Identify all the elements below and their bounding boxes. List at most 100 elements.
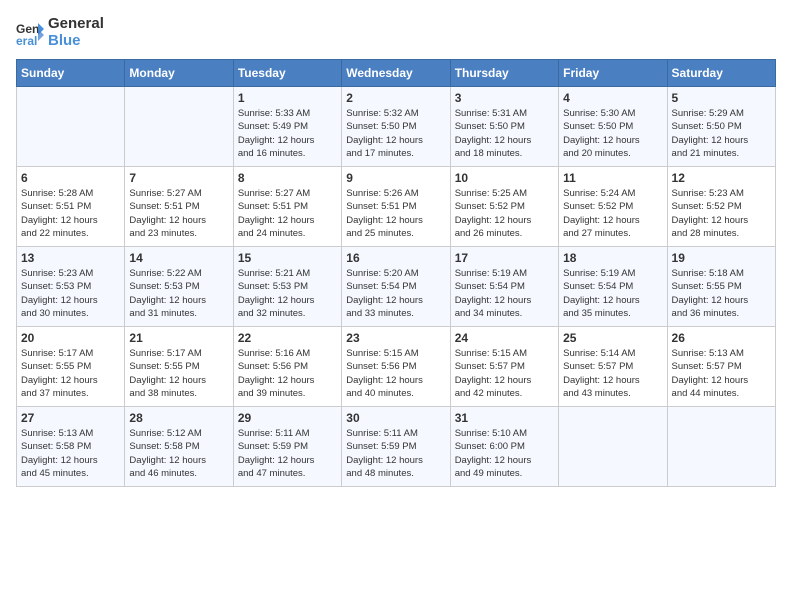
day-info: Sunrise: 5:15 AM Sunset: 5:56 PM Dayligh… [346,347,445,400]
day-cell: 7Sunrise: 5:27 AM Sunset: 5:51 PM Daylig… [125,167,233,247]
day-cell: 6 Sunrise: 5:28 AM Sunset: 5:51 PM Daylig… [17,167,125,247]
day-info: Sunrise: 5:12 AM Sunset: 5:58 PM Dayligh… [129,427,228,480]
day-number: 20 [21,331,120,345]
day-info: Sunrise: 5:11 AM Sunset: 5:59 PM Dayligh… [346,427,445,480]
day-cell: 3 Sunrise: 5:31 AM Sunset: 5:50 PM Daylig… [450,87,558,167]
day-number: 14 [129,251,228,265]
day-info: Sunrise: 5:26 AM Sunset: 5:51 PM Dayligh… [346,187,445,240]
day-number: 10 [455,171,554,185]
day-info: Sunrise: 5:22 AM Sunset: 5:53 PM Dayligh… [129,267,228,320]
day-info: Sunrise: 5:30 AM Sunset: 5:50 PM Dayligh… [563,107,662,160]
day-cell: 23 Sunrise: 5:15 AM Sunset: 5:56 PM Dayli… [342,327,450,407]
day-cell: 22 Sunrise: 5:16 AM Sunset: 5:56 PM Dayli… [233,327,341,407]
week-row-4: 20 Sunrise: 5:17 AM Sunset: 5:55 PM Dayli… [17,327,776,407]
day-number: 6 [21,171,120,185]
day-number: 31 [455,411,554,425]
day-cell: 16 Sunrise: 5:20 AM Sunset: 5:54 PM Dayli… [342,247,450,327]
day-cell: 24 Sunrise: 5:15 AM Sunset: 5:57 PM Dayli… [450,327,558,407]
day-number: 16 [346,251,445,265]
day-info: Sunrise: 5:27 AM Sunset: 5:51 PM Dayligh… [238,187,337,240]
day-info: Sunrise: 5:16 AM Sunset: 5:56 PM Dayligh… [238,347,337,400]
day-info: Sunrise: 5:14 AM Sunset: 5:57 PM Dayligh… [563,347,662,400]
day-cell: 20 Sunrise: 5:17 AM Sunset: 5:55 PM Dayli… [17,327,125,407]
day-number: 12 [672,171,771,185]
day-cell: 30 Sunrise: 5:11 AM Sunset: 5:59 PM Dayli… [342,407,450,487]
day-number: 28 [129,411,228,425]
day-info: Sunrise: 5:17 AM Sunset: 5:55 PM Dayligh… [129,347,228,400]
day-cell: 19 Sunrise: 5:18 AM Sunset: 5:55 PM Dayli… [667,247,775,327]
logo-blue: Blue [48,33,104,50]
day-number: 30 [346,411,445,425]
header-saturday: Saturday [667,60,775,87]
day-cell: 21 Sunrise: 5:17 AM Sunset: 5:55 PM Dayli… [125,327,233,407]
day-info: Sunrise: 5:32 AM Sunset: 5:50 PM Dayligh… [346,107,445,160]
day-cell: 18Sunrise: 5:19 AM Sunset: 5:54 PM Dayli… [559,247,667,327]
day-cell: 26Sunrise: 5:13 AM Sunset: 5:57 PM Dayli… [667,327,775,407]
day-info: Sunrise: 5:19 AM Sunset: 5:54 PM Dayligh… [563,267,662,320]
day-cell: 10 Sunrise: 5:25 AM Sunset: 5:52 PM Dayli… [450,167,558,247]
day-number: 7 [129,171,228,185]
day-cell [667,407,775,487]
day-number: 5 [672,91,771,105]
logo-general: General [48,16,104,33]
day-cell: 4Sunrise: 5:30 AM Sunset: 5:50 PM Daylig… [559,87,667,167]
day-cell: 17 Sunrise: 5:19 AM Sunset: 5:54 PM Dayli… [450,247,558,327]
day-cell: 29 Sunrise: 5:11 AM Sunset: 5:59 PM Dayli… [233,407,341,487]
week-row-3: 13 Sunrise: 5:23 AM Sunset: 5:53 PM Dayli… [17,247,776,327]
svg-text:eral: eral [16,34,37,47]
day-info: Sunrise: 5:15 AM Sunset: 5:57 PM Dayligh… [455,347,554,400]
day-info: Sunrise: 5:21 AM Sunset: 5:53 PM Dayligh… [238,267,337,320]
day-cell: 14 Sunrise: 5:22 AM Sunset: 5:53 PM Dayli… [125,247,233,327]
day-cell [559,407,667,487]
header-thursday: Thursday [450,60,558,87]
day-info: Sunrise: 5:17 AM Sunset: 5:55 PM Dayligh… [21,347,120,400]
day-info: Sunrise: 5:33 AM Sunset: 5:49 PM Dayligh… [238,107,337,160]
day-info: Sunrise: 5:28 AM Sunset: 5:51 PM Dayligh… [21,187,120,240]
logo-icon: Gen eral [16,19,44,47]
day-number: 2 [346,91,445,105]
day-number: 22 [238,331,337,345]
day-info: Sunrise: 5:23 AM Sunset: 5:52 PM Dayligh… [672,187,771,240]
day-number: 9 [346,171,445,185]
day-cell: 13 Sunrise: 5:23 AM Sunset: 5:53 PM Dayli… [17,247,125,327]
day-info: Sunrise: 5:25 AM Sunset: 5:52 PM Dayligh… [455,187,554,240]
week-row-1: 1 Sunrise: 5:33 AM Sunset: 5:49 PM Daylig… [17,87,776,167]
day-number: 1 [238,91,337,105]
header-monday: Monday [125,60,233,87]
day-number: 15 [238,251,337,265]
day-cell: 8 Sunrise: 5:27 AM Sunset: 5:51 PM Daylig… [233,167,341,247]
day-number: 25 [563,331,662,345]
calendar-header: SundayMondayTuesdayWednesdayThursdayFrid… [17,60,776,87]
header-friday: Friday [559,60,667,87]
day-info: Sunrise: 5:11 AM Sunset: 5:59 PM Dayligh… [238,427,337,480]
day-number: 17 [455,251,554,265]
day-number: 13 [21,251,120,265]
day-cell: 27Sunrise: 5:13 AM Sunset: 5:58 PM Dayli… [17,407,125,487]
day-info: Sunrise: 5:24 AM Sunset: 5:52 PM Dayligh… [563,187,662,240]
day-cell: 5 Sunrise: 5:29 AM Sunset: 5:50 PM Daylig… [667,87,775,167]
day-number: 24 [455,331,554,345]
day-number: 11 [563,171,662,185]
calendar-body: 1 Sunrise: 5:33 AM Sunset: 5:49 PM Daylig… [17,87,776,487]
day-number: 3 [455,91,554,105]
header-wednesday: Wednesday [342,60,450,87]
day-number: 26 [672,331,771,345]
day-cell [125,87,233,167]
day-number: 8 [238,171,337,185]
day-cell: 9 Sunrise: 5:26 AM Sunset: 5:51 PM Daylig… [342,167,450,247]
day-number: 21 [129,331,228,345]
page-header: Gen eral General Blue [16,16,776,49]
day-info: Sunrise: 5:23 AM Sunset: 5:53 PM Dayligh… [21,267,120,320]
day-info: Sunrise: 5:29 AM Sunset: 5:50 PM Dayligh… [672,107,771,160]
day-number: 27 [21,411,120,425]
day-info: Sunrise: 5:19 AM Sunset: 5:54 PM Dayligh… [455,267,554,320]
day-cell: 15 Sunrise: 5:21 AM Sunset: 5:53 PM Dayli… [233,247,341,327]
day-cell: 12 Sunrise: 5:23 AM Sunset: 5:52 PM Dayli… [667,167,775,247]
day-info: Sunrise: 5:10 AM Sunset: 6:00 PM Dayligh… [455,427,554,480]
day-info: Sunrise: 5:31 AM Sunset: 5:50 PM Dayligh… [455,107,554,160]
day-number: 19 [672,251,771,265]
day-number: 29 [238,411,337,425]
day-info: Sunrise: 5:18 AM Sunset: 5:55 PM Dayligh… [672,267,771,320]
day-info: Sunrise: 5:20 AM Sunset: 5:54 PM Dayligh… [346,267,445,320]
day-number: 23 [346,331,445,345]
